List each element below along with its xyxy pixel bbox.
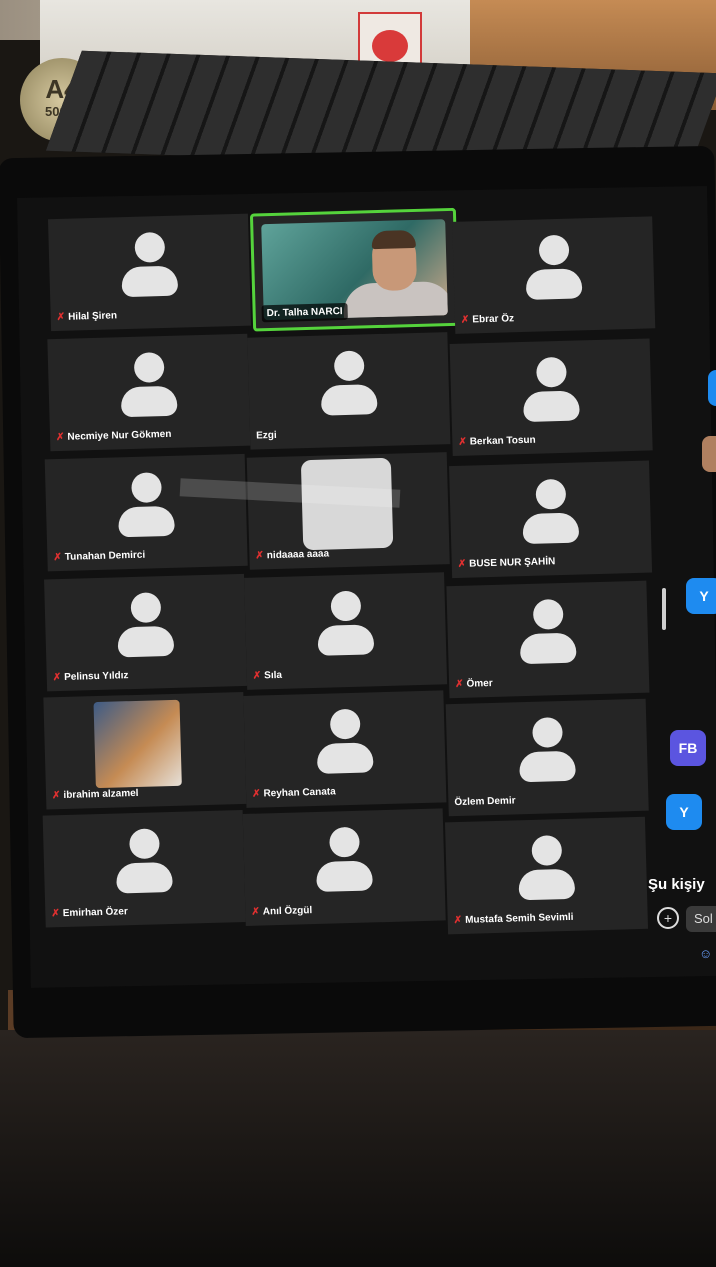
user-avatar-icon <box>117 472 175 550</box>
participant-tile[interactable]: ✗ Hilal Şiren <box>47 213 252 332</box>
muted-mic-icon: ✗ <box>251 788 261 800</box>
participant-name: ✗ Ömer <box>454 677 493 691</box>
muted-mic-icon: ✗ <box>457 558 467 570</box>
participant-name: Ezgi <box>255 429 277 442</box>
participant-grid: ✗ Hilal Şiren Dr. Talha NARCI ✗ Ebrar Öz ✗ Nec… <box>20 202 700 940</box>
user-avatar-icon <box>120 352 178 430</box>
participant-name: ✗ BUSE NUR ŞAHİN <box>457 556 556 570</box>
participant-tile[interactable]: ✗ Sıla <box>244 572 448 690</box>
participant-tile[interactable]: ✗ BUSE NUR ŞAHİN <box>449 460 653 579</box>
scrollbar[interactable] <box>662 588 666 630</box>
muted-mic-icon: ✗ <box>252 670 262 682</box>
photo-scene: A4 500 X ••• ✗Hilal ŞirenDr. Talha NARCI… <box>0 0 716 1267</box>
muted-mic-icon: ✗ <box>51 908 60 920</box>
participant-name: ✗ Tunahan Demirci <box>53 549 146 564</box>
avatar-y-top[interactable]: Y <box>686 578 716 614</box>
side-button-partial[interactable] <box>708 370 716 406</box>
participant-name: ✗ Mustafa Semih Sevimli <box>453 911 574 927</box>
person-icon[interactable]: ☺ <box>699 946 712 961</box>
muted-mic-icon: ✗ <box>56 311 66 324</box>
participant-name: Özlem Demir <box>454 795 516 809</box>
participant-tile[interactable]: ✗ Emirhan Özer <box>42 810 246 928</box>
muted-mic-icon: ✗ <box>55 431 65 444</box>
muted-mic-icon: ✗ <box>52 672 62 684</box>
participant-name: Dr. Talha NARCI <box>261 302 348 323</box>
participant-tile[interactable]: ✗ Anıl Özgül <box>242 808 446 926</box>
add-icon[interactable]: + <box>657 907 679 929</box>
user-avatar-icon <box>116 592 175 670</box>
muted-mic-icon: ✗ <box>458 436 467 448</box>
participant-tile[interactable]: ✗ Mustafa Semih Sevimli <box>444 816 649 935</box>
participant-tile[interactable]: Dr. Talha NARCI <box>249 207 460 332</box>
user-avatar-icon <box>316 708 374 786</box>
participant-tile[interactable]: ✗ Ebrar Öz <box>452 216 656 334</box>
participant-tile[interactable]: ✗ Ömer <box>446 580 650 699</box>
muted-mic-icon: ✗ <box>53 551 62 564</box>
participant-tile[interactable]: ✗ Necmiye Nur Gökmen <box>47 333 251 452</box>
muted-mic-icon: ✗ <box>51 790 61 802</box>
participant-tile[interactable]: ✗ Reyhan Canata <box>243 690 447 808</box>
muted-mic-icon: ✗ <box>255 550 265 562</box>
participant-photo <box>93 699 182 789</box>
participant-tile[interactable]: ✗ Pelinsu Yıldız <box>44 573 248 692</box>
muted-mic-icon: ✗ <box>460 314 470 326</box>
user-avatar-icon <box>521 478 580 557</box>
user-avatar-icon <box>320 350 378 428</box>
participant-tile[interactable]: Ezgi <box>247 332 451 450</box>
participant-tile[interactable]: ✗ ibrahim alzamel <box>43 691 247 810</box>
participant-tile[interactable]: ✗ nidaaaa aaaa <box>246 452 450 570</box>
participant-name: ✗ Ebrar Öz <box>460 313 515 326</box>
side-photo-partial <box>702 436 716 472</box>
avatar-y-bottom[interactable]: Y <box>666 794 702 830</box>
user-avatar-icon <box>315 826 373 904</box>
participant-name: ✗ Necmiye Nur Gökmen <box>55 428 172 444</box>
user-avatar-icon <box>517 835 576 913</box>
user-avatar-icon <box>522 356 580 434</box>
participant-name: ✗ Anıl Özgül <box>251 905 313 918</box>
muted-mic-icon: ✗ <box>454 678 464 691</box>
participant-name: ✗ Sıla <box>252 669 283 682</box>
participant-tile[interactable]: Özlem Demir <box>445 698 649 817</box>
avatar-fb[interactable]: FB <box>670 730 706 766</box>
user-avatar-icon <box>316 590 375 668</box>
chat-input[interactable]: Sol <box>686 906 716 932</box>
participant-tile[interactable]: ✗ Berkan Tosun <box>449 338 653 457</box>
participant-name: ✗ ibrahim alzamel <box>51 787 139 802</box>
participant-name: ✗ Berkan Tosun <box>458 434 536 448</box>
muted-mic-icon: ✗ <box>251 906 260 918</box>
participant-tile[interactable]: ✗ Tunahan Demirci <box>44 453 248 572</box>
participant-name: ✗ Pelinsu Yıldız <box>52 670 129 684</box>
user-avatar-icon <box>115 828 173 906</box>
user-avatar-icon <box>120 231 179 310</box>
side-panel: Y FB Y <box>666 360 716 960</box>
participant-name: ✗ nidaaaa aaaa <box>255 548 330 562</box>
participant-name: ✗ Hilal Şiren <box>56 310 118 324</box>
chat-section-title: Şu kişiy <box>648 876 705 893</box>
user-avatar-icon <box>519 598 577 677</box>
participant-name: ✗ Reyhan Canata <box>251 786 336 800</box>
floor <box>0 1030 716 1267</box>
muted-mic-icon: ✗ <box>453 914 463 927</box>
participant-name: ✗ Emirhan Özer <box>51 906 128 920</box>
user-avatar-icon <box>518 717 576 795</box>
user-avatar-icon <box>525 234 583 312</box>
